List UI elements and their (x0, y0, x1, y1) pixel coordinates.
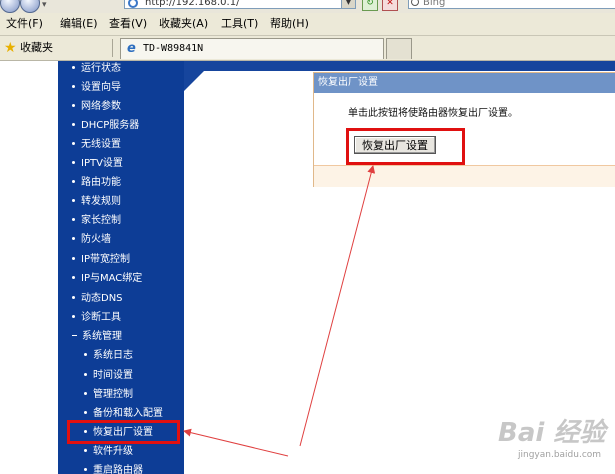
bullet-icon (84, 392, 87, 395)
browser-tab[interactable]: e TD-W89841N (120, 38, 384, 59)
favorites-button[interactable]: ★ 收藏夹 (4, 39, 53, 56)
stop-icon[interactable]: ✕ (382, 0, 398, 11)
sidebar-item-wizard[interactable]: 设置向导 (72, 79, 121, 97)
bullet-icon (72, 296, 75, 299)
panel-description: 单击此按钮将使路由器恢复出厂设置。 (348, 108, 518, 119)
sidebar-item-network[interactable]: 网络参数 (72, 98, 121, 116)
menu-tools[interactable]: 工具(T) (221, 17, 258, 31)
menu-bar: 文件(F) 编辑(E) 查看(V) 收藏夹(A) 工具(T) 帮助(H) (0, 13, 615, 36)
router-sidebar: 运行状态 设置向导 网络参数 DHCP服务器 无线设置 IPTV设置 路由功能 … (58, 61, 184, 474)
bullet-icon (72, 276, 75, 279)
highlight-box-button (346, 128, 465, 165)
refresh-icon[interactable]: ↻ (362, 0, 378, 11)
bullet-icon (84, 468, 87, 471)
favorites-bar: ★ 收藏夹 e TD-W89841N (0, 36, 615, 61)
sidebar-subitem-log[interactable]: 系统日志 (84, 347, 133, 365)
watermark-url: jingyan.baidu.com (518, 450, 602, 460)
baidu-watermark: Bai 经验 (498, 418, 606, 448)
bullet-icon (84, 353, 87, 356)
search-icon (411, 0, 419, 6)
sidebar-item-forwarding[interactable]: 转发规则 (72, 193, 121, 211)
bullet-icon (72, 104, 75, 107)
search-field[interactable]: Bing (408, 0, 615, 9)
favorites-label: 收藏夹 (20, 41, 54, 54)
new-tab-button[interactable] (386, 38, 412, 59)
top-strip (184, 61, 615, 71)
url-field[interactable]: http://192.168.0.1/ ▼ (124, 0, 356, 9)
search-text: Bing (423, 0, 446, 8)
menu-favorites[interactable]: 收藏夹(A) (159, 17, 208, 31)
toolbar-divider (112, 39, 113, 57)
bullet-icon (84, 411, 87, 414)
menu-edit[interactable]: 编辑(E) (60, 17, 98, 31)
sidebar-item-system[interactable]: 系统管理 (72, 328, 122, 346)
sidebar-item-diagnostics[interactable]: 诊断工具 (72, 309, 121, 327)
nav-dropdown-icon[interactable]: ▾ (42, 0, 47, 10)
bullet-icon (72, 315, 75, 318)
sidebar-subitem-upgrade[interactable]: 软件升级 (84, 443, 133, 461)
bullet-icon (72, 123, 75, 126)
sidebar-item-routing[interactable]: 路由功能 (72, 174, 121, 192)
sidebar-subitem-reboot[interactable]: 重启路由器 (84, 462, 143, 474)
bullet-icon (72, 85, 75, 88)
bullet-icon (72, 180, 75, 183)
sidebar-subitem-time[interactable]: 时间设置 (84, 367, 133, 385)
menu-help[interactable]: 帮助(H) (270, 17, 309, 31)
sidebar-item-dhcp[interactable]: DHCP服务器 (72, 117, 139, 135)
panel-footer (314, 165, 615, 187)
menu-file[interactable]: 文件(F) (6, 17, 43, 31)
menu-view[interactable]: 查看(V) (109, 17, 147, 31)
forward-button[interactable] (20, 0, 40, 13)
sidebar-item-firewall[interactable]: 防火墙 (72, 231, 111, 249)
sidebar-item-bandwidth[interactable]: IP带宽控制 (72, 251, 130, 269)
bullet-icon (84, 373, 87, 376)
address-bar: ▾ http://192.168.0.1/ ▼ ↻ ✕ Bing (0, 0, 615, 13)
sidebar-item-wireless[interactable]: 无线设置 (72, 136, 121, 154)
ie-page-icon (128, 0, 138, 8)
url-text: http://192.168.0.1/ (145, 0, 240, 8)
ie-tab-icon: e (127, 41, 136, 56)
bullet-icon (72, 199, 75, 202)
sidebar-item-iptv[interactable]: IPTV设置 (72, 155, 123, 173)
bullet-icon (72, 257, 75, 260)
bullet-icon (72, 142, 75, 145)
tab-title: TD-W89841N (143, 43, 204, 54)
bullet-icon (72, 66, 75, 69)
panel-title: 恢复出厂设置 (314, 73, 615, 93)
sidebar-item-ddns[interactable]: 动态DNS (72, 290, 123, 308)
bullet-icon (72, 218, 75, 221)
bullet-icon (84, 449, 87, 452)
sidebar-item-ipmac[interactable]: IP与MAC绑定 (72, 270, 142, 288)
highlight-box-sidebar (67, 420, 180, 444)
bullet-icon (72, 161, 75, 164)
sidebar-subitem-admin[interactable]: 管理控制 (84, 386, 133, 404)
star-icon: ★ (4, 40, 17, 56)
url-dropdown-icon[interactable]: ▼ (341, 0, 355, 8)
sidebar-item-parental[interactable]: 家长控制 (72, 212, 121, 230)
back-button[interactable] (0, 0, 20, 13)
sidebar-item-status[interactable]: 运行状态 (72, 61, 121, 78)
bullet-icon (72, 237, 75, 240)
collapse-icon (72, 335, 77, 336)
